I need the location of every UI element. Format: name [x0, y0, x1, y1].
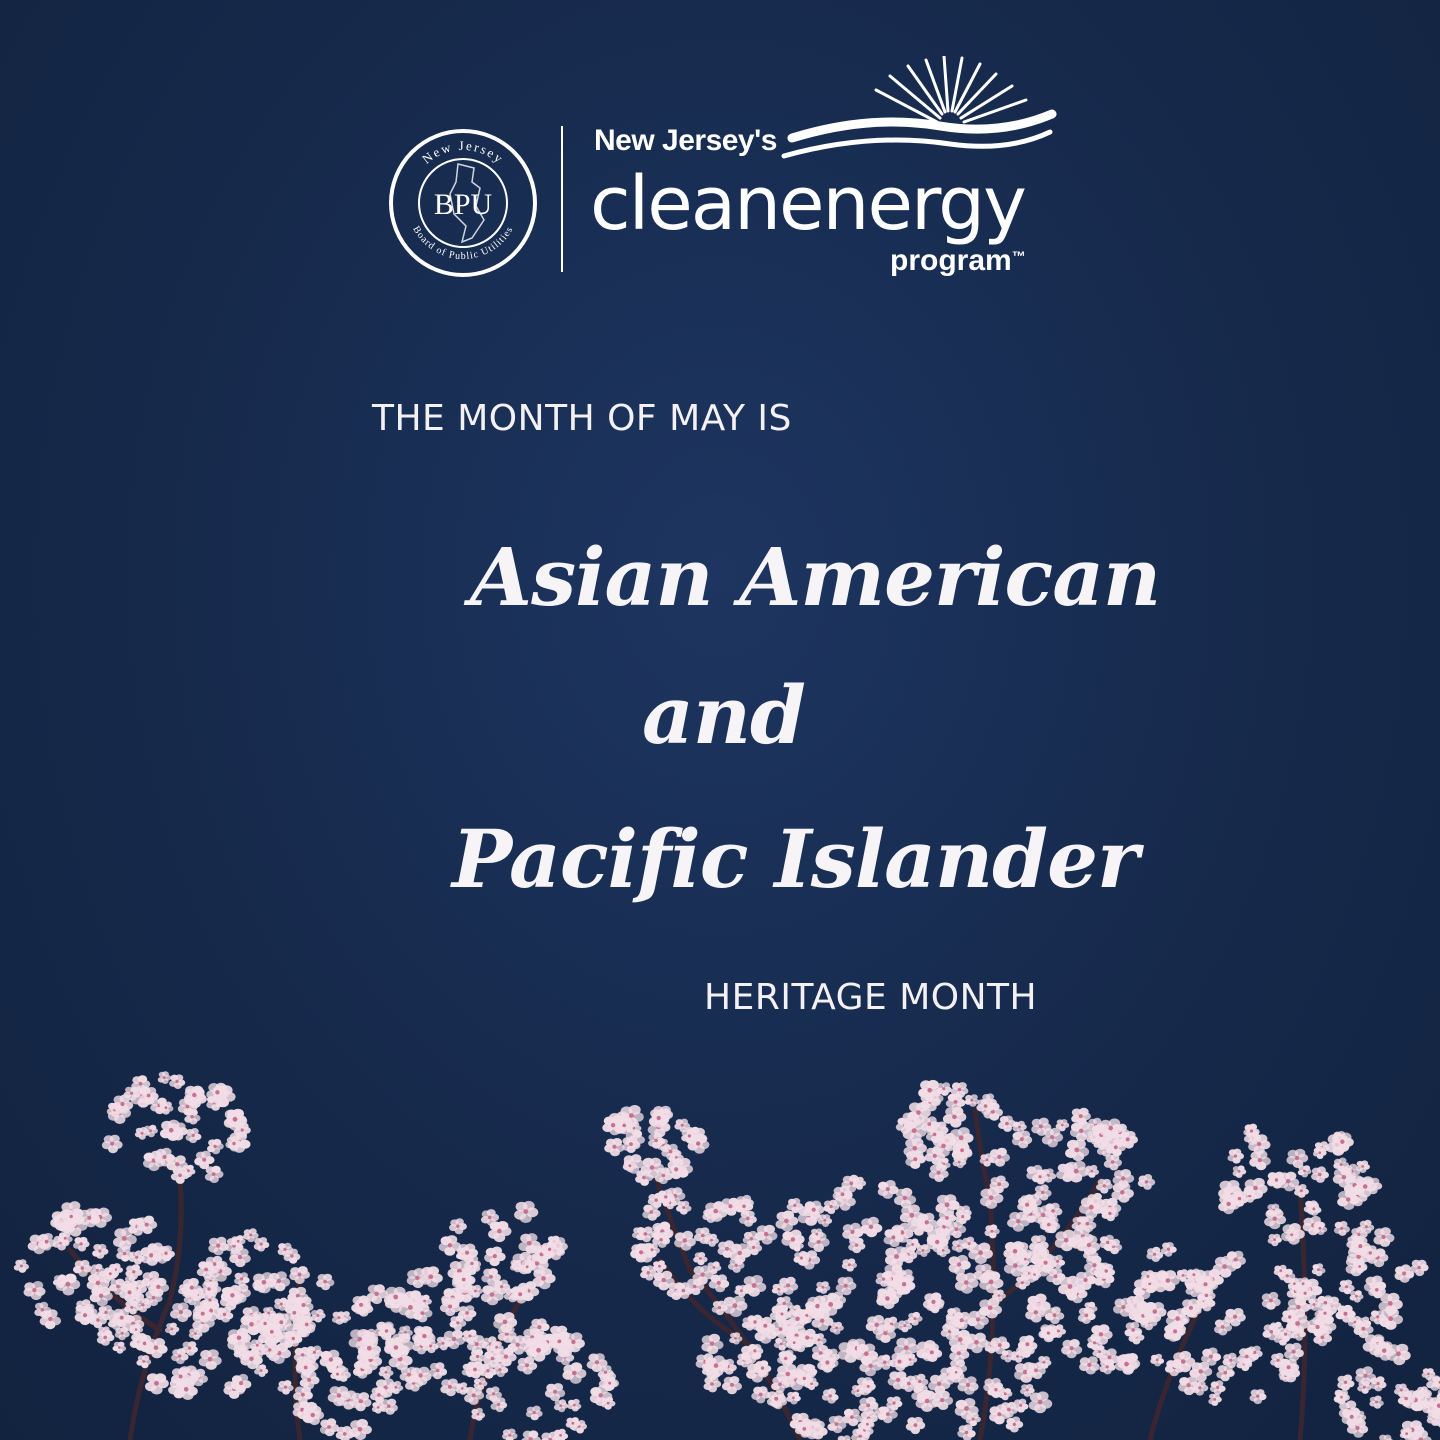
heritage-month-graphic: New Jersey Board of Public Utilities BPU	[0, 0, 1440, 1440]
seal-top-text: New Jersey	[419, 138, 505, 167]
svg-text:Board of Public Utilities: Board of Public Utilities	[410, 224, 515, 262]
program-prefix: New Jersey's	[594, 124, 777, 157]
program-name: cleanenergy	[590, 161, 1027, 247]
logo-lockup: New Jersey Board of Public Utilities BPU	[0, 0, 1440, 300]
bpu-seal-icon: New Jersey Board of Public Utilities BPU	[389, 129, 537, 277]
seal-bottom-text: Board of Public Utilities	[410, 224, 514, 262]
outro-text: HERITAGE MONTH	[704, 977, 1038, 1018]
headline-line-2: and	[642, 668, 806, 762]
seal-center-text: BPU	[434, 188, 493, 221]
logo-divider	[561, 126, 563, 272]
program-suffix-text: program	[890, 244, 1012, 277]
cherry-blossom-icon	[13, 1071, 1440, 1440]
sunburst-icon	[781, 56, 1057, 159]
program-suffix: program™	[890, 244, 1026, 278]
trademark-symbol: ™	[1011, 248, 1026, 264]
headline-line-3: Pacific Islander	[452, 812, 1139, 906]
svg-text:New Jersey: New Jersey	[419, 138, 507, 167]
intro-text: THE MONTH OF MAY IS	[372, 398, 792, 439]
headline-line-1: Asian American	[470, 530, 1161, 624]
